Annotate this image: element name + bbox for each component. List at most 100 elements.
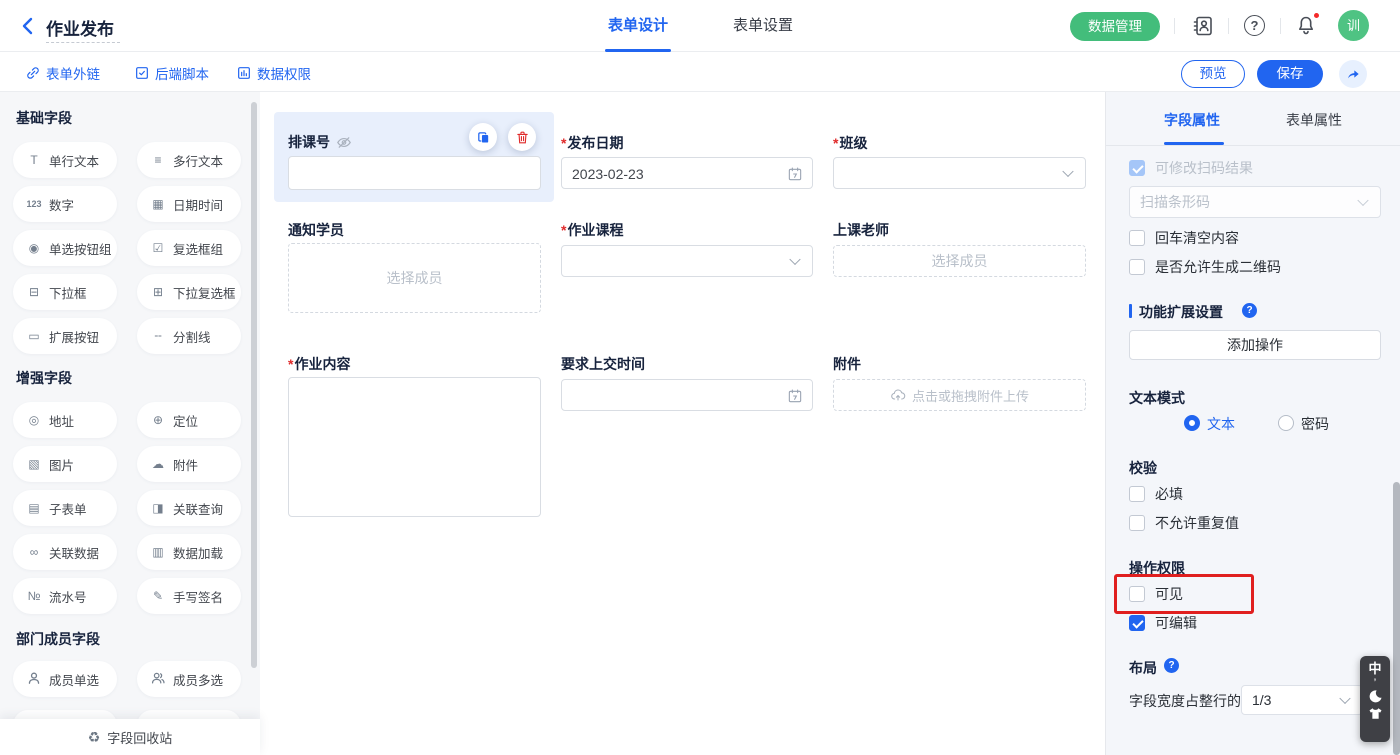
ime-skin-shirt-icon[interactable] bbox=[1368, 707, 1383, 720]
ime-toolbar[interactable]: 中 ’ bbox=[1360, 656, 1390, 742]
editable-checkbox[interactable] bbox=[1129, 615, 1145, 631]
field-label-attachment: 附件 bbox=[833, 354, 861, 374]
field-item-address[interactable]: ◎地址 bbox=[13, 402, 117, 438]
scan-result-checkbox[interactable] bbox=[1129, 160, 1145, 176]
external-link-button[interactable]: 表单外链 bbox=[25, 53, 100, 92]
ime-night-mode-moon-icon[interactable] bbox=[1368, 689, 1383, 704]
field-item-ext-button[interactable]: ▭扩展按钮 bbox=[13, 318, 117, 354]
tab-form-properties[interactable]: 表单属性 bbox=[1286, 110, 1342, 130]
field-label-due-time: 要求上交时间 bbox=[561, 354, 645, 374]
add-action-button[interactable]: 添加操作 bbox=[1129, 330, 1381, 360]
select-icon: ⊟ bbox=[26, 285, 42, 299]
field-item-divider[interactable]: ╌分割线 bbox=[137, 318, 241, 354]
relation-query-icon: ◨ bbox=[150, 501, 166, 515]
active-tab-underline bbox=[605, 49, 671, 52]
save-button[interactable]: 保存 bbox=[1257, 60, 1323, 88]
clear-on-enter-checkbox[interactable] bbox=[1129, 230, 1145, 246]
avatar[interactable]: 训 bbox=[1338, 10, 1369, 41]
calendar-icon bbox=[787, 388, 803, 404]
field-item-datetime[interactable]: ▦日期时间 bbox=[137, 186, 241, 222]
attachment-upload-area[interactable]: 点击或拖拽附件上传 bbox=[833, 379, 1086, 411]
backend-script-button[interactable]: 后端脚本 bbox=[134, 53, 209, 92]
data-manage-button[interactable]: 数据管理 bbox=[1070, 12, 1160, 41]
text-mode-radio-text[interactable] bbox=[1184, 415, 1200, 431]
chevron-down-icon bbox=[1339, 693, 1350, 704]
field-item-serial-number[interactable]: №流水号 bbox=[13, 578, 117, 614]
field-item-relation-data[interactable]: ∞关联数据 bbox=[13, 534, 117, 570]
field-item-subform[interactable]: ▤子表单 bbox=[13, 490, 117, 526]
text-mode-radio-password[interactable] bbox=[1278, 415, 1294, 431]
field-item-member-single[interactable]: 成员单选 bbox=[13, 661, 117, 697]
divider bbox=[1280, 18, 1281, 34]
field-item-single-text[interactable]: T单行文本 bbox=[13, 142, 117, 178]
field-item-checkbox-group[interactable]: ☑复选框组 bbox=[137, 230, 241, 266]
copy-field-button[interactable] bbox=[469, 123, 497, 151]
tab-form-design[interactable]: 表单设计 bbox=[605, 0, 671, 52]
ime-punctuation-mode[interactable]: ’ bbox=[1374, 678, 1377, 688]
properties-panel: 字段属性 表单属性 可修改扫码结果 扫描条形码 回车清空内容 是否允许生成二维码… bbox=[1105, 92, 1400, 755]
field-recycle-bin[interactable]: ♻ 字段回收站 bbox=[0, 719, 260, 755]
sidebar-scrollbar[interactable] bbox=[251, 102, 257, 668]
no-repeat-checkbox[interactable] bbox=[1129, 515, 1145, 531]
allow-qr-checkbox[interactable] bbox=[1129, 259, 1145, 275]
notify-students-member-picker[interactable]: 选择成员 bbox=[288, 243, 541, 313]
teacher-member-picker[interactable]: 选择成员 bbox=[833, 245, 1086, 277]
field-item-signature[interactable]: ✎手写签名 bbox=[137, 578, 241, 614]
field-item-select[interactable]: ⊟下拉框 bbox=[13, 274, 117, 310]
field-item-multi-text[interactable]: ≡多行文本 bbox=[137, 142, 241, 178]
field-item-radio-group[interactable]: ◉单选按钮组 bbox=[13, 230, 117, 266]
due-time-input[interactable] bbox=[561, 379, 813, 411]
multiselect-icon: ⊞ bbox=[150, 285, 166, 299]
back-button[interactable] bbox=[16, 14, 40, 38]
required-checkbox[interactable] bbox=[1129, 486, 1145, 502]
section-title-members: 部门成员字段 bbox=[16, 629, 100, 649]
link-icon bbox=[25, 65, 41, 81]
field-item-relation-query[interactable]: ◨关联查询 bbox=[137, 490, 241, 526]
field-item-locate[interactable]: ⊕定位 bbox=[137, 402, 241, 438]
data-load-icon: ▥ bbox=[150, 545, 166, 559]
paike-input[interactable] bbox=[288, 156, 541, 190]
scan-type-select[interactable]: 扫描条形码 bbox=[1129, 186, 1381, 218]
ime-chinese-mode[interactable]: 中 bbox=[1368, 661, 1381, 677]
tab-field-properties[interactable]: 字段属性 bbox=[1164, 110, 1220, 130]
content-textarea[interactable] bbox=[288, 377, 541, 517]
class-select[interactable] bbox=[833, 157, 1086, 189]
visible-label: 可见 bbox=[1155, 585, 1183, 603]
field-label-teacher: 上课老师 bbox=[833, 220, 889, 240]
panel-scrollbar[interactable] bbox=[1393, 482, 1400, 755]
field-item-data-load[interactable]: ▥数据加载 bbox=[137, 534, 241, 570]
recycle-label: 字段回收站 bbox=[107, 728, 172, 747]
field-item-attachment[interactable]: ☁附件 bbox=[137, 446, 241, 482]
form-canvas: 排课号 *发布日期 2023-02-23 bbox=[260, 92, 1105, 755]
field-label-publish-date: *发布日期 bbox=[561, 133, 623, 153]
chevron-left-icon bbox=[16, 14, 40, 38]
layout-help-icon[interactable]: ? bbox=[1164, 658, 1179, 673]
ext-settings-title: 功能扩展设置 bbox=[1139, 302, 1223, 322]
divider bbox=[1174, 18, 1175, 34]
script-icon bbox=[134, 65, 150, 81]
field-item-image[interactable]: ▧图片 bbox=[13, 446, 117, 482]
ext-settings-help-icon[interactable]: ? bbox=[1242, 303, 1257, 318]
field-item-number[interactable]: 123数字 bbox=[13, 186, 117, 222]
course-select[interactable] bbox=[561, 245, 813, 277]
field-label-notify-students: 通知学员 bbox=[288, 220, 344, 240]
delete-field-button[interactable] bbox=[508, 123, 536, 151]
field-item-member-multi[interactable]: 成员多选 bbox=[137, 661, 241, 697]
section-title-enhanced: 增强字段 bbox=[16, 368, 72, 388]
visible-checkbox[interactable] bbox=[1129, 586, 1145, 602]
permission-title: 操作权限 bbox=[1129, 558, 1185, 578]
serial-number-icon: № bbox=[26, 589, 42, 603]
trash-icon bbox=[515, 130, 530, 145]
publish-date-input[interactable]: 2023-02-23 bbox=[561, 157, 813, 189]
share-button[interactable] bbox=[1339, 60, 1367, 88]
contacts-book-icon[interactable] bbox=[1191, 14, 1215, 38]
help-icon[interactable]: ? bbox=[1244, 15, 1265, 36]
data-permission-button[interactable]: 数据权限 bbox=[236, 53, 311, 92]
field-width-select[interactable]: 1/3 bbox=[1241, 685, 1363, 715]
field-item-multiselect[interactable]: ⊞下拉复选框 bbox=[137, 274, 241, 310]
external-link-label: 表单外链 bbox=[46, 63, 100, 83]
tab-form-settings[interactable]: 表单设置 bbox=[730, 0, 796, 52]
section-title-basic: 基础字段 bbox=[16, 108, 72, 128]
preview-button[interactable]: 预览 bbox=[1181, 60, 1245, 88]
clear-on-enter-label: 回车清空内容 bbox=[1155, 229, 1239, 247]
